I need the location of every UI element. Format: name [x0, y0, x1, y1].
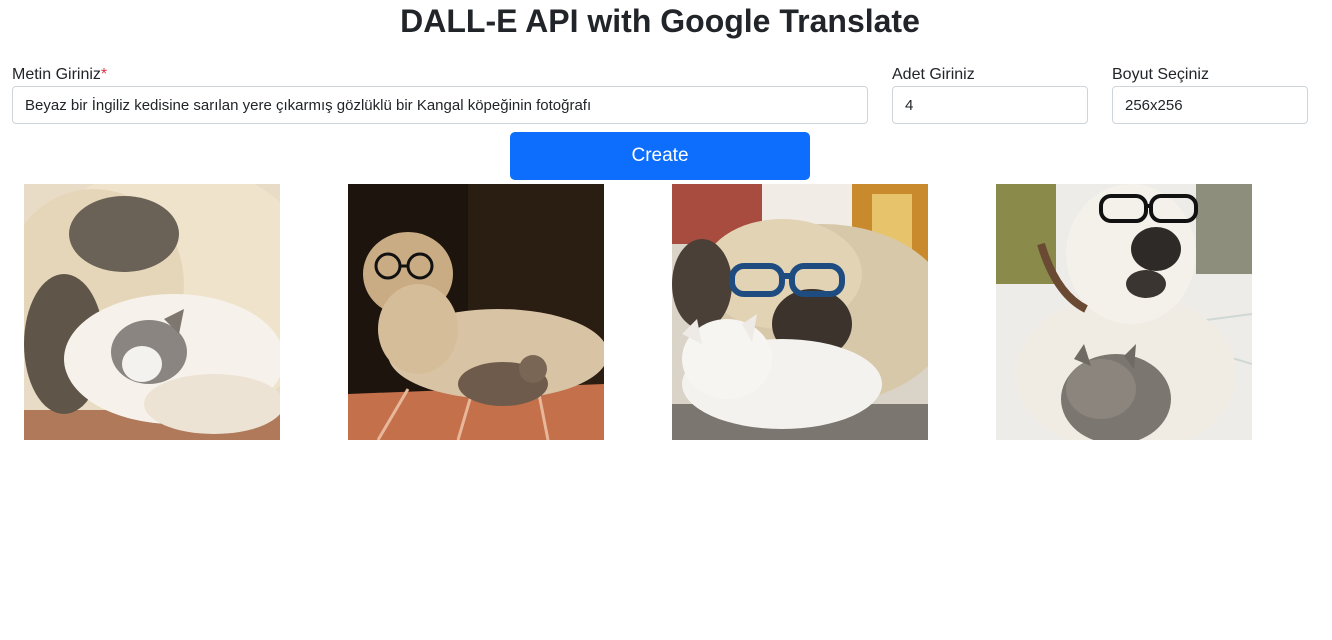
dog-with-blue-glasses-and-cat-image	[672, 184, 928, 440]
dog-with-glasses-and-cat-image	[348, 184, 604, 440]
dog-hugging-cat-image	[24, 184, 280, 440]
result-image-2	[348, 184, 604, 440]
size-input[interactable]	[1112, 86, 1308, 124]
count-field-label: Adet Giriniz	[892, 66, 975, 83]
count-input[interactable]	[892, 86, 1088, 124]
text-field-label-text: Metin Giriniz	[12, 66, 101, 83]
result-image-4	[996, 184, 1252, 440]
required-mark: *	[100, 66, 108, 83]
dog-with-glasses-sitting-with-cat-image	[996, 184, 1252, 440]
text-field-label: Metin Giriniz*	[12, 65, 107, 85]
prompt-text-input[interactable]	[12, 86, 868, 124]
size-field-label: Boyut Seçiniz	[1112, 66, 1209, 83]
result-image-1	[24, 184, 280, 440]
page-title: DALL-E API with Google Translate	[400, 3, 920, 39]
page: DALL-E API with Google Translate Metin G…	[0, 0, 1332, 640]
create-button[interactable]: Create	[510, 132, 810, 180]
result-image-3	[672, 184, 928, 440]
